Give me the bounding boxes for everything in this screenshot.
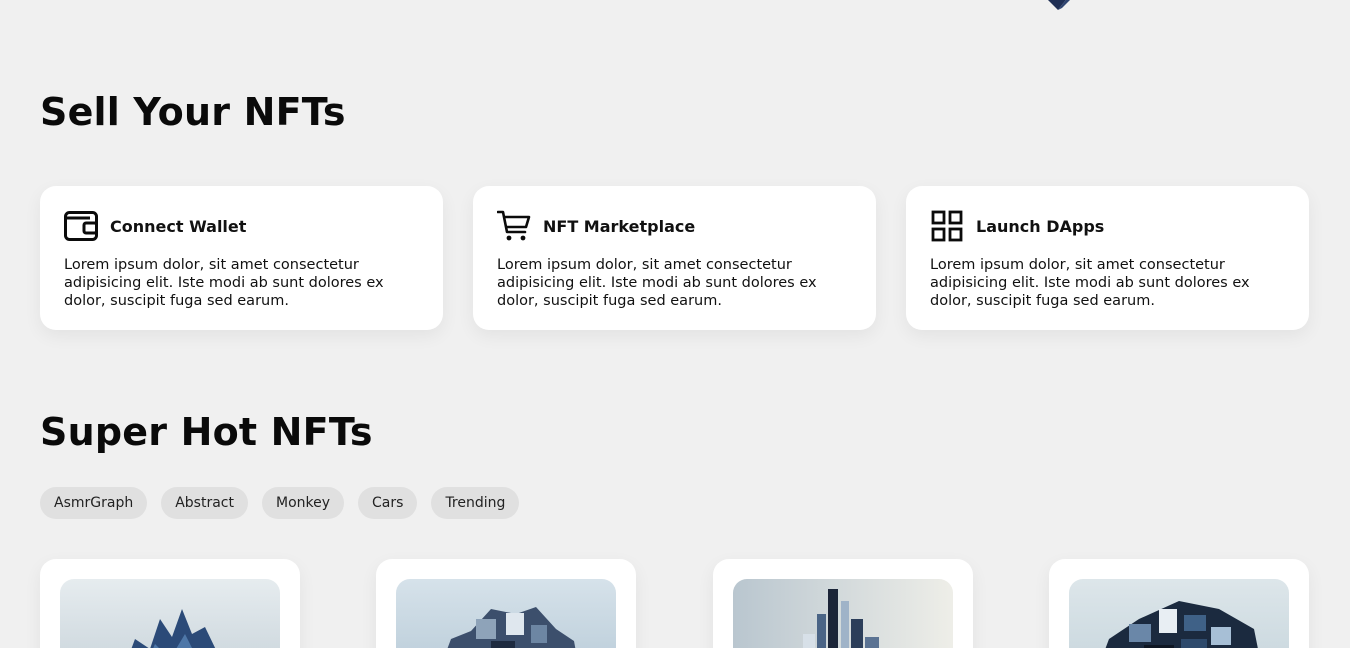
nft-image (60, 579, 280, 648)
feature-description: Lorem ipsum dolor, sit amet consectetur … (64, 257, 384, 309)
feature-card-launch-dapps[interactable]: Launch DApps Lorem ipsum dolor, sit amet… (906, 186, 1309, 330)
sell-section-title: Sell Your NFTs (40, 90, 346, 134)
tag-asmrgraph[interactable]: AsmrGraph (40, 487, 148, 519)
nft-card[interactable] (40, 559, 300, 648)
hot-section-title: Super Hot NFTs (40, 410, 373, 454)
nft-card[interactable] (376, 559, 636, 648)
nft-image (396, 579, 616, 648)
nft-card[interactable] (713, 559, 973, 648)
tag-cars[interactable]: Cars (358, 487, 418, 519)
feature-description: Lorem ipsum dolor, sit amet consectetur … (497, 257, 817, 309)
nft-card[interactable] (1049, 559, 1309, 648)
nft-image (733, 579, 953, 648)
feature-card-nft-marketplace[interactable]: NFT Marketplace Lorem ipsum dolor, sit a… (473, 186, 876, 330)
cube-decoration-icon (1048, 0, 1070, 10)
cart-icon (497, 210, 531, 242)
nft-image (1069, 579, 1289, 648)
feature-description: Lorem ipsum dolor, sit amet consectetur … (930, 257, 1250, 309)
wallet-icon (64, 210, 98, 242)
tag-abstract[interactable]: Abstract (161, 487, 248, 519)
feature-title: NFT Marketplace (543, 216, 696, 236)
category-tags: AsmrGraph Abstract Monkey Cars Trending (40, 487, 520, 519)
feature-title: Connect Wallet (110, 216, 247, 236)
tag-monkey[interactable]: Monkey (262, 487, 345, 519)
feature-title: Launch DApps (976, 216, 1105, 236)
tag-trending[interactable]: Trending (431, 487, 520, 519)
feature-card-connect-wallet[interactable]: Connect Wallet Lorem ipsum dolor, sit am… (40, 186, 443, 330)
grid-icon (930, 210, 964, 242)
